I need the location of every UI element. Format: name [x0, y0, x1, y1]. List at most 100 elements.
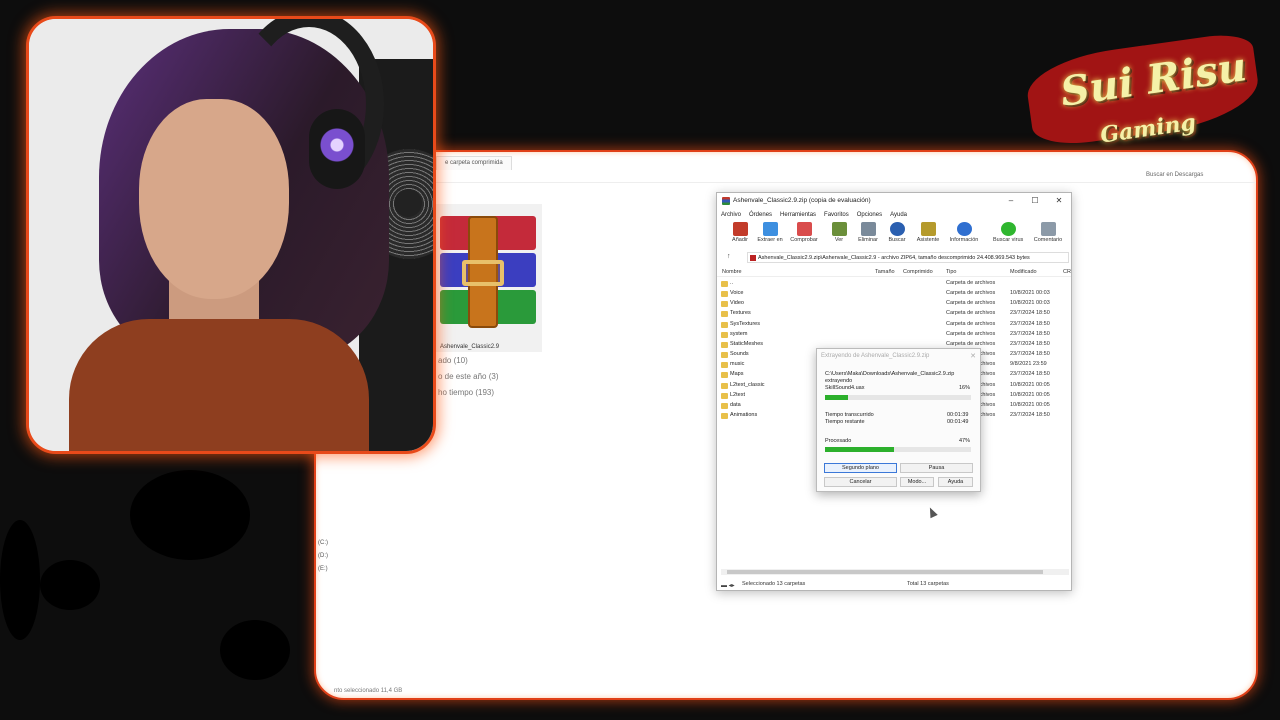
file-modified: 23/7/2024 18:50 [1010, 351, 1050, 358]
file-name: Animations [730, 411, 758, 418]
file-progress-fill [825, 395, 849, 400]
file-row[interactable]: SysTextures Carpeta de archivos 23/7/2024 … [717, 320, 1071, 330]
toolbar-button-label: Buscar virus [993, 237, 1024, 243]
file-row[interactable]: Textures Carpeta de archivos 23/7/2024 18:… [717, 309, 1071, 319]
folder-icon [721, 321, 728, 328]
file-row[interactable]: Video Carpeta de archivos 10/8/2021 00:03 [717, 299, 1071, 309]
file-percent: 16% [959, 385, 971, 391]
help-button[interactable]: Ayuda [938, 477, 973, 487]
close-icon[interactable]: ✕ [970, 352, 976, 360]
processed-label: Procesado [825, 438, 852, 444]
virus-scan-icon [1000, 222, 1016, 236]
toolbar-button[interactable]: Asistente [913, 222, 943, 248]
explorer-group-header[interactable]: ho tiempo (193) [438, 388, 494, 397]
column-packed[interactable]: Comprimido [903, 269, 933, 275]
file-name: Voice [730, 290, 744, 297]
archive-icon [750, 255, 756, 261]
file-row[interactable]: .. Carpeta de archivos [717, 279, 1071, 289]
toolbar: Añadir Extraer en Comprobar Ver Eliminar Busc… [717, 220, 1071, 248]
mode-button[interactable]: Modo... [900, 477, 934, 487]
archive-thumbnail[interactable] [436, 204, 542, 352]
extract-folder-icon [762, 222, 778, 236]
folder-icon [721, 281, 728, 287]
menu-favoritos[interactable]: Favoritos [824, 212, 849, 218]
menu-herramientas[interactable]: Herramientas [780, 212, 816, 218]
file-row[interactable]: Voice Carpeta de archivos 10/8/2021 00:03 [717, 289, 1071, 299]
test-icon [796, 222, 812, 236]
menu-archivo[interactable]: Archivo [721, 212, 741, 218]
elapsed-label: Tiempo transcurrido [825, 412, 874, 418]
drive-item[interactable]: (E:) [318, 566, 328, 572]
file-type: Carpeta de archivos [946, 330, 996, 337]
minimize-button[interactable]: – [1002, 195, 1020, 207]
column-type[interactable]: Tipo [946, 269, 957, 275]
toolbar-button[interactable]: Comprobar [789, 222, 819, 248]
column-modified[interactable]: Modificado [1010, 269, 1037, 275]
total-progress-fill [825, 447, 894, 452]
archive-file-name[interactable]: Ashenvale_Classic2.9 [440, 344, 499, 350]
info-icon [956, 222, 972, 236]
total-progress-bar [825, 447, 971, 452]
archive-path-field[interactable]: Ashenvale_Classic2.9.zip\Ashenvale_Class… [747, 252, 1069, 263]
background-button[interactable]: Segundo plano [824, 463, 897, 473]
maximize-button[interactable]: ☐ [1026, 195, 1044, 207]
current-file: SkillSound4.uax [825, 385, 865, 391]
archive-path-text: Ashenvale_Classic2.9.zip\Ashenvale_Class… [758, 255, 1030, 261]
address-bar: ↑ Ashenvale_Classic2.9.zip\Ashenvale_Cla… [717, 252, 1071, 264]
toolbar-button[interactable]: Buscar [882, 222, 912, 248]
up-arrow-icon[interactable]: ↑ [727, 253, 731, 260]
trash-icon [860, 222, 876, 236]
toolbar-button-label: Ver [834, 237, 844, 243]
file-row[interactable]: system Carpeta de archivos 23/7/2024 18:50 [717, 330, 1071, 340]
menu-ayuda[interactable]: Ayuda [890, 212, 907, 218]
channel-logo: Sui Risu Gaming [1020, 30, 1264, 180]
file-name: data [730, 401, 741, 408]
toolbar-button[interactable]: Eliminar [853, 222, 883, 248]
file-type: Carpeta de archivos [946, 340, 996, 347]
drive-status-icon[interactable]: ▬ ◂▸ [721, 582, 735, 589]
file-name: Textures [730, 310, 751, 317]
extraction-progress-dialog: Extrayendo de Ashenvale_Classic2.9.zip ✕… [816, 348, 981, 492]
column-crc[interactable]: CR [1063, 269, 1071, 275]
remaining-time: 00:01:49 [947, 419, 969, 425]
file-modified: 23/7/2024 18:50 [1010, 310, 1050, 317]
file-name: L2text [730, 391, 745, 398]
explorer-tab[interactable]: e carpeta comprimida [436, 156, 512, 170]
divider [436, 182, 1256, 183]
remaining-label: Tiempo restante [825, 419, 865, 425]
toolbar-button[interactable]: Información [949, 222, 979, 248]
winrar-title-bar[interactable]: Ashenvale_Classic2.9.zip (copia de evalu… [717, 193, 1071, 209]
close-button[interactable]: ✕ [1050, 195, 1068, 207]
file-name: StaticMeshes [730, 340, 764, 347]
toolbar-button[interactable]: Ver [824, 222, 854, 248]
folder-icon [721, 301, 728, 308]
webcam-overlay [26, 16, 436, 454]
toolbar-button[interactable]: Buscar virus [993, 222, 1023, 248]
horizontal-scrollbar[interactable] [721, 569, 1069, 575]
cancel-button[interactable]: Cancelar [824, 477, 897, 487]
file-name: Maps [730, 371, 744, 378]
toolbar-button[interactable]: Comentario [1033, 222, 1063, 248]
file-name: SysTextures [730, 320, 760, 327]
file-name: L2text_classic [730, 381, 765, 388]
column-name[interactable]: Nombre [722, 269, 742, 275]
scrollbar-thumb[interactable] [727, 570, 1043, 574]
menu-ordenes[interactable]: Órdenes [749, 212, 772, 218]
file-modified: 10/8/2021 00:05 [1010, 401, 1050, 408]
file-modified: 10/8/2021 00:05 [1010, 391, 1050, 398]
status-selection: Seleccionado 13 carpetas [742, 581, 806, 587]
file-type: Carpeta de archivos [946, 280, 996, 286]
folder-icon [721, 291, 728, 298]
drive-item[interactable]: (C:) [318, 540, 328, 546]
explorer-group-header[interactable]: o de este año (3) [438, 372, 498, 381]
drive-item[interactable]: (D:) [318, 553, 328, 559]
column-size[interactable]: Tamaño [875, 269, 895, 275]
toolbar-button[interactable]: Extraer en [755, 222, 785, 248]
file-name: Sounds [730, 351, 749, 358]
pause-button[interactable]: Pausa [900, 463, 973, 473]
explorer-group-header[interactable]: ado (10) [438, 356, 468, 365]
menu-opciones[interactable]: Opciones [857, 212, 882, 218]
toolbar-button[interactable]: Añadir [725, 222, 755, 248]
file-modified: 9/8/2021 23:59 [1010, 361, 1047, 368]
archive-path: C:\Users\Maka\Downloads\Ashenvale_Classi… [825, 371, 955, 377]
